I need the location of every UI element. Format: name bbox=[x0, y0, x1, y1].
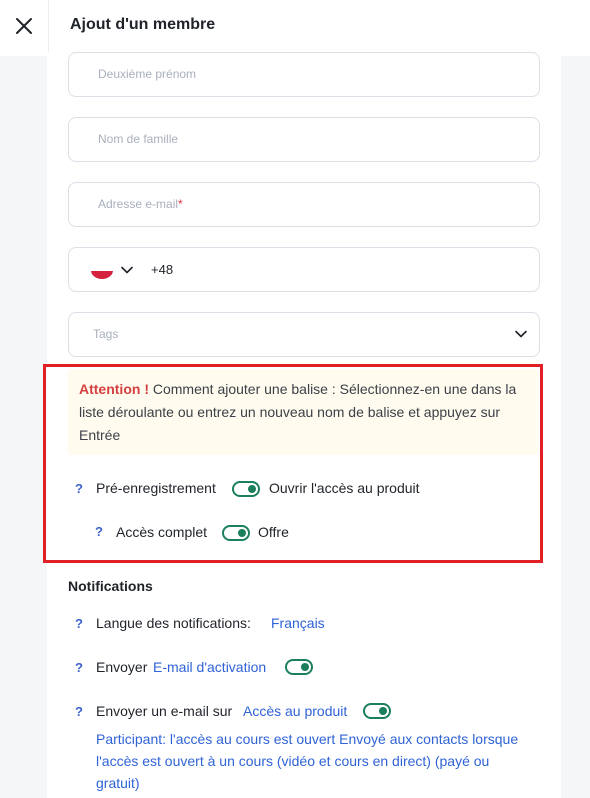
close-button[interactable] bbox=[0, 0, 48, 52]
send-email-on-label: Envoyer un e-mail sur bbox=[96, 703, 233, 719]
email-placeholder: Adresse e-mail* bbox=[98, 197, 183, 211]
help-icon[interactable]: ? bbox=[75, 704, 83, 719]
full-access-toggle[interactable] bbox=[222, 525, 250, 541]
preregistration-label: Pré-enregistrement bbox=[96, 480, 216, 496]
full-access-label: Accès complet bbox=[116, 524, 208, 540]
notifications-title: Notifications bbox=[68, 578, 153, 594]
product-access-toggle[interactable] bbox=[363, 703, 391, 719]
notification-language-label: Langue des notifications: bbox=[96, 615, 251, 631]
tags-placeholder: Tags bbox=[93, 327, 119, 341]
preregistration-toggle[interactable] bbox=[232, 481, 260, 497]
middle-name-field[interactable]: Deuxième prénom bbox=[68, 52, 540, 97]
last-name-placeholder: Nom de famille bbox=[98, 132, 179, 146]
header-divider bbox=[48, 0, 49, 52]
header: Ajout d'un membre bbox=[0, 0, 590, 56]
page-title: Ajout d'un membre bbox=[70, 16, 216, 33]
help-icon[interactable]: ? bbox=[75, 481, 83, 496]
product-access-description: Participant: l'accès au cours est ouvert… bbox=[96, 731, 519, 791]
phone-field[interactable]: +48 bbox=[68, 247, 540, 292]
send-label: Envoyer bbox=[96, 659, 148, 675]
attention-label: Attention ! bbox=[79, 381, 149, 397]
last-name-field[interactable]: Nom de famille bbox=[68, 117, 540, 162]
poland-flag-icon[interactable] bbox=[91, 262, 113, 279]
tags-select[interactable]: Tags bbox=[68, 312, 540, 357]
help-icon[interactable]: ? bbox=[75, 616, 83, 631]
middle-name-placeholder: Deuxième prénom bbox=[98, 67, 197, 81]
help-icon[interactable]: ? bbox=[95, 524, 103, 539]
email-field[interactable]: Adresse e-mail* bbox=[68, 182, 540, 227]
notification-language-link[interactable]: Français bbox=[271, 615, 325, 631]
preregistration-toggle-label: Ouvrir l'accès au produit bbox=[269, 480, 420, 496]
required-mark: * bbox=[178, 197, 183, 211]
close-icon bbox=[16, 18, 32, 34]
product-access-link[interactable]: Accès au produit bbox=[243, 703, 347, 719]
activation-email-toggle[interactable] bbox=[285, 659, 313, 675]
help-icon[interactable]: ? bbox=[75, 660, 83, 675]
tag-notice: Attention ! Comment ajouter une balise :… bbox=[68, 369, 538, 455]
chevron-down-icon bbox=[515, 330, 527, 338]
activation-email-link[interactable]: E-mail d'activation bbox=[153, 659, 266, 675]
full-access-toggle-label: Offre bbox=[258, 524, 289, 540]
phone-country-code: +48 bbox=[151, 262, 174, 277]
chevron-down-icon[interactable] bbox=[120, 263, 134, 277]
